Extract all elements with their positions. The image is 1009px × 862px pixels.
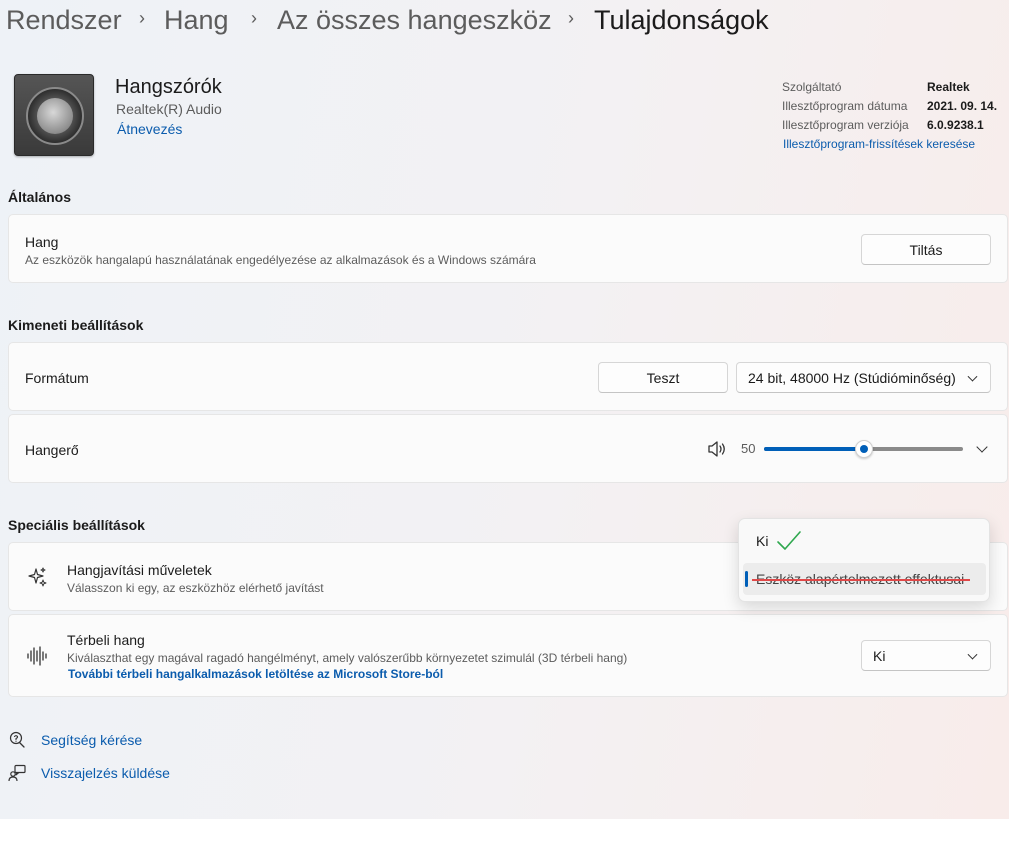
breadcrumb-separator: ›: [139, 8, 145, 28]
test-button[interactable]: Teszt: [598, 362, 728, 393]
volume-value: 50: [741, 441, 756, 456]
spatial-store-link[interactable]: További térbeli hangalkalmazások letölté…: [68, 667, 443, 681]
disable-button[interactable]: Tiltás: [861, 234, 991, 265]
breadcrumb-item-sound[interactable]: Hang: [164, 2, 229, 38]
waveform-icon: [27, 646, 47, 666]
page-title: Tulajdonságok: [594, 5, 769, 35]
breadcrumb-item-system[interactable]: Rendszer: [6, 2, 122, 38]
spatial-sound-description: Kiválaszthat egy magával ragadó hangélmé…: [67, 651, 628, 665]
format-value: 24 bit, 48000 Hz (Stúdióminőség): [748, 369, 956, 386]
feedback-icon: [8, 764, 26, 782]
get-help-link[interactable]: Segítség kérése: [41, 732, 142, 748]
format-label: Formátum: [25, 370, 89, 386]
format-card: Formátum Teszt 24 bit, 48000 Hz (Stúdióm…: [8, 342, 1008, 411]
selection-indicator: [745, 571, 748, 587]
chevron-down-icon: [967, 371, 978, 382]
enhancements-option-default[interactable]: Eszköz alapértelmezett effektusai: [743, 563, 986, 595]
volume-label: Hangerő: [25, 442, 79, 458]
volume-slider-fill: [764, 447, 864, 451]
chevron-down-icon: [967, 649, 978, 660]
driver-date-value: 2021. 09. 14.: [927, 99, 998, 113]
device-driver-name: Realtek(R) Audio: [116, 101, 222, 117]
section-title-output: Kimeneti beállítások: [8, 317, 144, 333]
check-icon: [777, 531, 801, 550]
format-dropdown[interactable]: 24 bit, 48000 Hz (Stúdióminőség): [736, 362, 991, 393]
section-title-general: Általános: [8, 189, 72, 205]
spatial-sound-dropdown[interactable]: Ki: [861, 640, 991, 671]
provider-value: Realtek: [927, 80, 970, 94]
audio-title: Hang: [25, 234, 59, 250]
device-name: Hangszórók: [115, 76, 222, 98]
enhancements-title: Hangjavítási műveletek: [67, 562, 212, 578]
speaker-icon: [14, 74, 94, 156]
driver-update-link[interactable]: Illesztőprogram-frissítések keresése: [783, 137, 975, 151]
help-icon: [9, 731, 25, 748]
volume-slider-thumb[interactable]: [854, 440, 873, 458]
spatial-sound-value: Ki: [873, 647, 886, 664]
option-label: Eszköz alapértelmezett effektusai: [751, 571, 971, 587]
audio-card: Hang Az eszközök hangalapú használatának…: [8, 214, 1008, 283]
send-feedback-link[interactable]: Visszajelzés küldése: [41, 765, 170, 781]
driver-version-label: Illesztőprogram verziója: [782, 118, 909, 132]
spatial-sound-card: Térbeli hang Kiválaszthat egy magával ra…: [8, 614, 1008, 697]
spatial-sound-title: Térbeli hang: [67, 632, 145, 648]
breadcrumb-item-all-devices[interactable]: Az összes hangeszköz: [277, 2, 552, 38]
breadcrumb-separator: ›: [251, 8, 257, 28]
driver-version-value: 6.0.9238.1: [927, 118, 984, 132]
section-title-advanced: Speciális beállítások: [8, 517, 145, 533]
enhancements-description: Válasszon ki egy, az eszközhöz elérhető …: [67, 581, 324, 595]
driver-date-label: Illesztőprogram dátuma: [782, 99, 908, 113]
sparkle-icon: [28, 567, 47, 587]
audio-description: Az eszközök hangalapú használatának enge…: [25, 253, 536, 267]
provider-label: Szolgáltató: [782, 80, 842, 94]
breadcrumb-separator: ›: [568, 8, 574, 28]
speaker-volume-icon[interactable]: [707, 440, 727, 458]
rename-link[interactable]: Átnevezés: [117, 121, 182, 137]
option-label: Ki: [756, 533, 769, 549]
